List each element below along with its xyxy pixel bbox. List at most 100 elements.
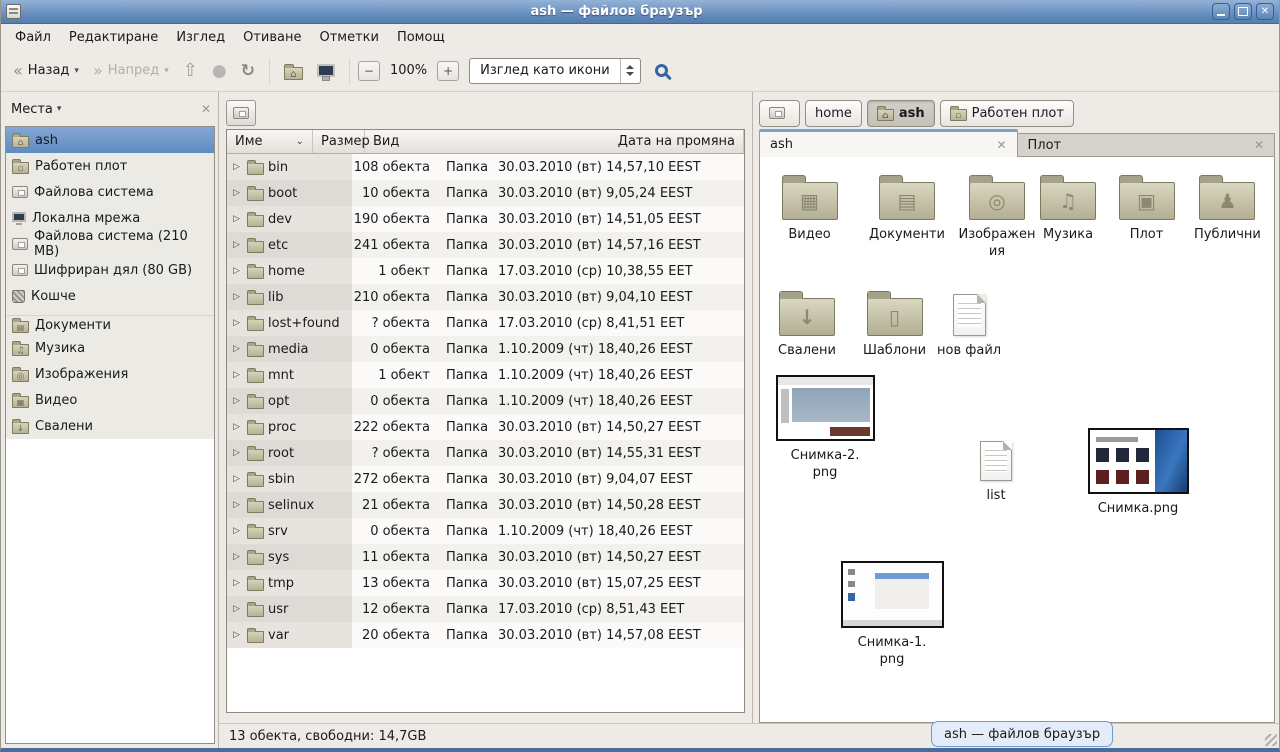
icon-view-item[interactable]: Изображения xyxy=(957,173,1037,261)
expander-icon[interactable]: ▷ xyxy=(233,526,243,536)
sidebar-item[interactable]: Изображения xyxy=(6,361,214,387)
tab-close-icon[interactable]: ✕ xyxy=(996,138,1006,152)
expander-icon[interactable]: ▷ xyxy=(233,500,243,510)
sidebar-item[interactable]: Документи xyxy=(6,309,214,335)
resize-grip[interactable] xyxy=(1265,734,1277,746)
icon-view-item[interactable]: Шаблони xyxy=(852,289,937,360)
column-header[interactable]: Вид xyxy=(365,130,610,153)
path-button[interactable] xyxy=(759,100,800,127)
sidebar-item[interactable]: Файлова система (210 MB) xyxy=(6,231,214,257)
expander-icon[interactable]: ▷ xyxy=(233,448,243,458)
back-button[interactable]: « Назад ▾ xyxy=(7,58,85,84)
menu-item[interactable]: Изглед xyxy=(168,27,233,48)
column-header[interactable]: Размер xyxy=(313,130,365,153)
expander-icon[interactable]: ▷ xyxy=(233,396,243,406)
tab[interactable]: Плот ✕ xyxy=(1018,133,1276,157)
column-header[interactable]: Дата на промяна xyxy=(610,130,744,153)
table-row[interactable]: ▷ var 20 обекта Папка 30.03.2010 (вт) 14… xyxy=(227,622,744,648)
sidebar-item[interactable]: Музика xyxy=(6,335,214,361)
expander-icon[interactable]: ▷ xyxy=(233,240,243,250)
sidebar-item[interactable]: Свалени xyxy=(6,413,214,439)
icon-view-item[interactable]: Снимка-2.png xyxy=(772,375,878,482)
table-row[interactable]: ▷ opt 0 обекта Папка 1.10.2009 (чт) 18,4… xyxy=(227,388,744,414)
expander-icon[interactable]: ▷ xyxy=(233,162,243,172)
maximize-button[interactable] xyxy=(1234,3,1252,20)
menu-item[interactable]: Файл xyxy=(7,27,59,48)
table-row[interactable]: ▷ proc 222 обекта Папка 30.03.2010 (вт) … xyxy=(227,414,744,440)
forward-button[interactable]: » Напред ▾ xyxy=(87,58,175,84)
path-button[interactable]: ash xyxy=(867,100,935,127)
zoom-out-button[interactable]: − xyxy=(358,61,380,81)
table-row[interactable]: ▷ tmp 13 обекта Папка 30.03.2010 (вт) 15… xyxy=(227,570,744,596)
zoom-in-button[interactable]: + xyxy=(437,61,459,81)
icon-view-item[interactable]: Плот xyxy=(1099,173,1194,244)
table-row[interactable]: ▷ home 1 обект Папка 17.03.2010 (ср) 10,… xyxy=(227,258,744,284)
tab[interactable]: ash ✕ xyxy=(759,129,1018,157)
expander-icon[interactable]: ▷ xyxy=(233,370,243,380)
tab-close-icon[interactable]: ✕ xyxy=(1254,138,1264,152)
icon-view-item[interactable]: Видео xyxy=(762,173,857,244)
sidebar-item[interactable]: ash xyxy=(6,127,214,153)
table-row[interactable]: ▷ lost+found ? обекта Папка 17.03.2010 (… xyxy=(227,310,744,336)
table-row[interactable]: ▷ usr 12 обекта Папка 17.03.2010 (ср) 8,… xyxy=(227,596,744,622)
table-row[interactable]: ▷ srv 0 обекта Папка 1.10.2009 (чт) 18,4… xyxy=(227,518,744,544)
menu-item[interactable]: Редактиране xyxy=(61,27,166,48)
expander-icon[interactable]: ▷ xyxy=(233,188,243,198)
icon-view-item[interactable]: list xyxy=(958,441,1034,505)
combo-spinner-icon[interactable] xyxy=(620,59,640,83)
icon-view-item[interactable]: Снимка-1.png xyxy=(836,561,948,669)
sidebar-item[interactable]: Кошче xyxy=(6,283,214,309)
icon-view-item[interactable]: Свалени xyxy=(762,289,852,360)
icon-view-item[interactable]: Музика xyxy=(1037,173,1099,244)
table-row[interactable]: ▷ mnt 1 обект Папка 1.10.2009 (чт) 18,40… xyxy=(227,362,744,388)
icon-view-item[interactable]: нов файл xyxy=(937,289,1001,360)
expander-icon[interactable]: ▷ xyxy=(233,474,243,484)
sidebar-item[interactable]: Файлова система xyxy=(6,179,214,205)
table-row[interactable]: ▷ boot 10 обекта Папка 30.03.2010 (вт) 9… xyxy=(227,180,744,206)
icon-view-item[interactable]: Документи xyxy=(857,173,957,244)
sidebar-item[interactable]: Видео xyxy=(6,387,214,413)
close-button[interactable] xyxy=(1256,3,1274,20)
up-button[interactable]: ⇧ xyxy=(177,55,204,86)
reload-button[interactable]: ↻ xyxy=(235,56,261,86)
menu-item[interactable]: Отиване xyxy=(235,27,309,48)
expander-icon[interactable]: ▷ xyxy=(233,266,243,276)
expander-icon[interactable]: ▷ xyxy=(233,292,243,302)
stop-button[interactable]: ● xyxy=(206,56,233,86)
expander-icon[interactable]: ▷ xyxy=(233,318,243,328)
expander-icon[interactable]: ▷ xyxy=(233,604,243,614)
home-button[interactable] xyxy=(278,57,309,85)
expander-icon[interactable]: ▷ xyxy=(233,630,243,640)
icon-view-item[interactable]: Снимка.png xyxy=(1082,428,1194,518)
icon-view-item[interactable]: Публични xyxy=(1194,173,1261,244)
search-icon[interactable] xyxy=(655,64,668,77)
table-row[interactable]: ▷ root ? обекта Папка 30.03.2010 (вт) 14… xyxy=(227,440,744,466)
sidebar-close-icon[interactable]: ✕ xyxy=(201,102,211,116)
expander-icon[interactable]: ▷ xyxy=(233,578,243,588)
table-row[interactable]: ▷ media 0 обекта Папка 1.10.2009 (чт) 18… xyxy=(227,336,744,362)
sidebar-item[interactable]: Шифриран дял (80 GB) xyxy=(6,257,214,283)
menu-item[interactable]: Помощ xyxy=(389,27,453,48)
path-button[interactable]: home xyxy=(805,100,862,127)
expander-icon[interactable]: ▷ xyxy=(233,344,243,354)
path-button[interactable]: Работен плот xyxy=(940,100,1074,127)
sidebar-pane-selector[interactable]: Места ▾ xyxy=(11,102,201,117)
root-location-button[interactable] xyxy=(226,100,256,126)
column-header[interactable]: Име xyxy=(227,130,313,153)
view-mode-select[interactable]: Изглед като икони xyxy=(469,58,641,84)
computer-button[interactable] xyxy=(311,59,341,82)
table-row[interactable]: ▷ selinux 21 обекта Папка 30.03.2010 (вт… xyxy=(227,492,744,518)
minimize-button[interactable] xyxy=(1212,3,1230,20)
menu-item[interactable]: Отметки xyxy=(311,27,386,48)
table-row[interactable]: ▷ sys 11 обекта Папка 30.03.2010 (вт) 14… xyxy=(227,544,744,570)
expander-icon[interactable]: ▷ xyxy=(233,422,243,432)
expander-icon[interactable]: ▷ xyxy=(233,552,243,562)
expander-icon[interactable]: ▷ xyxy=(233,214,243,224)
table-row[interactable]: ▷ lib 210 обекта Папка 30.03.2010 (вт) 9… xyxy=(227,284,744,310)
table-row[interactable]: ▷ etc 241 обекта Папка 30.03.2010 (вт) 1… xyxy=(227,232,744,258)
sidebar-item[interactable]: Работен плот xyxy=(6,153,214,179)
back-history-caret-icon[interactable]: ▾ xyxy=(74,66,79,76)
sidebar-item[interactable]: Локална мрежа xyxy=(6,205,214,231)
table-row[interactable]: ▷ dev 190 обекта Папка 30.03.2010 (вт) 1… xyxy=(227,206,744,232)
table-row[interactable]: ▷ bin 108 обекта Папка 30.03.2010 (вт) 1… xyxy=(227,154,744,180)
